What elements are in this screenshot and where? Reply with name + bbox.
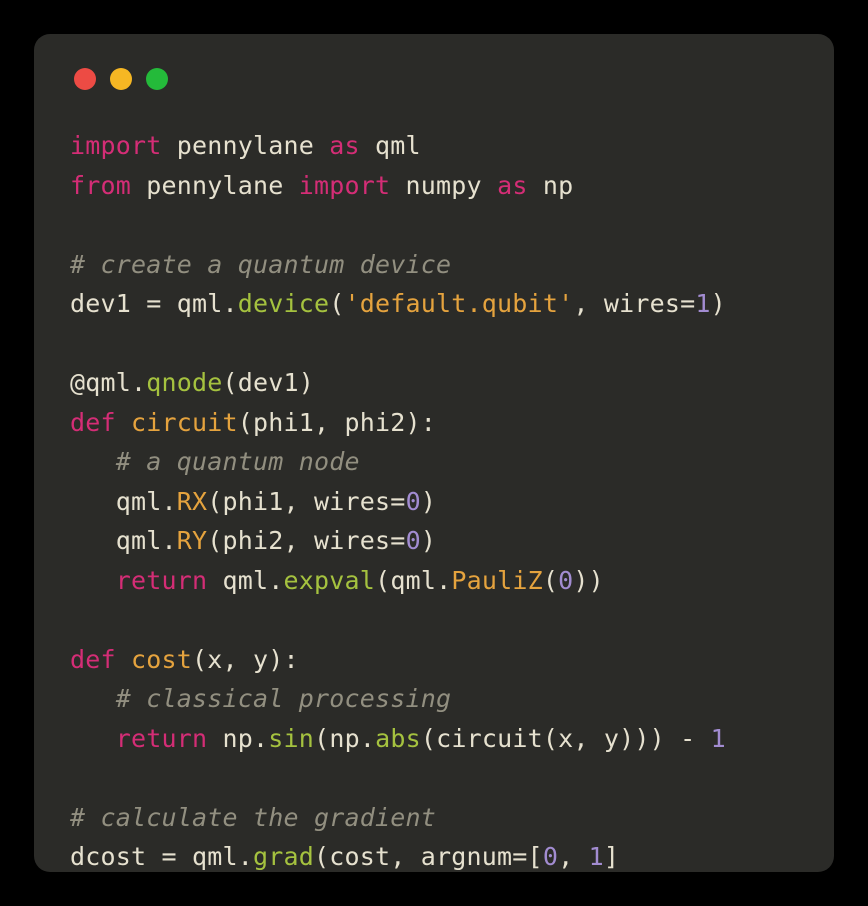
close-icon[interactable] xyxy=(74,68,96,90)
code-line: @qml.qnode(dev1) xyxy=(70,363,798,403)
code-token: qml. xyxy=(70,526,177,555)
code-token: import xyxy=(70,131,177,160)
code-token: (phi1, phi2): xyxy=(238,408,436,437)
code-token: ) xyxy=(711,289,726,318)
code-token xyxy=(70,566,116,595)
code-token: expval xyxy=(284,566,376,595)
code-token xyxy=(70,684,116,713)
code-line: import pennylane as qml xyxy=(70,126,798,166)
code-token: ( xyxy=(543,566,558,595)
code-line xyxy=(70,600,798,640)
code-token: (circuit(x, y))) - xyxy=(421,724,711,753)
code-token: ( xyxy=(329,289,344,318)
code-token: dev1 = qml. xyxy=(70,289,238,318)
code-line: # create a quantum device xyxy=(70,245,798,285)
code-token: device xyxy=(238,289,330,318)
code-token: # classical processing xyxy=(116,684,452,713)
code-line: # classical processing xyxy=(70,679,798,719)
code-token: , wires= xyxy=(573,289,695,318)
code-token: (x, y): xyxy=(192,645,299,674)
code-token: ) xyxy=(421,487,436,516)
code-line: qml.RX(phi1, wires=0) xyxy=(70,482,798,522)
code-token: def xyxy=(70,408,131,437)
code-token: np. xyxy=(223,724,269,753)
code-token: @qml. xyxy=(70,368,146,397)
code-token: RY xyxy=(177,526,208,555)
code-token: )) xyxy=(573,566,604,595)
code-line: dev1 = qml.device('default.qubit', wires… xyxy=(70,284,798,324)
code-token xyxy=(70,724,116,753)
code-token: numpy xyxy=(406,171,498,200)
traffic-lights xyxy=(74,68,798,90)
code-token: qml xyxy=(375,131,421,160)
code-token: from xyxy=(70,171,146,200)
code-token: (phi1, wires= xyxy=(207,487,405,516)
code-token: dcost = qml. xyxy=(70,842,253,871)
code-token: 'default.qubit' xyxy=(345,289,574,318)
code-token: cost xyxy=(131,645,192,674)
minimize-icon[interactable] xyxy=(110,68,132,90)
code-token: RX xyxy=(177,487,208,516)
code-window: import pennylane as qmlfrom pennylane im… xyxy=(34,34,834,872)
code-line xyxy=(70,758,798,798)
code-token: import xyxy=(299,171,406,200)
code-line: from pennylane import numpy as np xyxy=(70,166,798,206)
code-token: return xyxy=(116,566,223,595)
code-token: 1 xyxy=(695,289,710,318)
code-line: dcost = qml.grad(cost, argnum=[0, 1] xyxy=(70,837,798,877)
code-token xyxy=(70,447,116,476)
code-token: 1 xyxy=(711,724,726,753)
code-token: (np. xyxy=(314,724,375,753)
code-token: sin xyxy=(268,724,314,753)
code-token: as xyxy=(329,131,375,160)
code-line: def cost(x, y): xyxy=(70,640,798,680)
code-token: # calculate the gradient xyxy=(70,803,436,832)
code-token: PauliZ xyxy=(451,566,543,595)
code-token: qml. xyxy=(223,566,284,595)
code-line: return np.sin(np.abs(circuit(x, y))) - 1 xyxy=(70,719,798,759)
code-block: import pennylane as qmlfrom pennylane im… xyxy=(70,126,798,877)
code-token: , xyxy=(558,842,589,871)
code-token: # a quantum node xyxy=(116,447,360,476)
code-token: ) xyxy=(421,526,436,555)
code-token: 0 xyxy=(406,487,421,516)
code-token: 0 xyxy=(406,526,421,555)
code-token: (phi2, wires= xyxy=(207,526,405,555)
code-token: (qml. xyxy=(375,566,451,595)
code-line xyxy=(70,205,798,245)
code-token: grad xyxy=(253,842,314,871)
code-token: 1 xyxy=(589,842,604,871)
code-token: def xyxy=(70,645,131,674)
code-token: ] xyxy=(604,842,619,871)
code-line: # a quantum node xyxy=(70,442,798,482)
code-line: return qml.expval(qml.PauliZ(0)) xyxy=(70,561,798,601)
zoom-icon[interactable] xyxy=(146,68,168,90)
code-line: def circuit(phi1, phi2): xyxy=(70,403,798,443)
code-token: return xyxy=(116,724,223,753)
code-token: (dev1) xyxy=(223,368,315,397)
code-token: (cost, argnum=[ xyxy=(314,842,543,871)
code-line: qml.RY(phi2, wires=0) xyxy=(70,521,798,561)
code-token: as xyxy=(497,171,543,200)
code-token: np xyxy=(543,171,574,200)
code-token: # create a quantum device xyxy=(70,250,451,279)
code-token: abs xyxy=(375,724,421,753)
code-token: pennylane xyxy=(177,131,330,160)
code-token: 0 xyxy=(543,842,558,871)
code-token: qml. xyxy=(70,487,177,516)
code-line xyxy=(70,324,798,364)
code-token: pennylane xyxy=(146,171,299,200)
code-token: 0 xyxy=(558,566,573,595)
code-token: circuit xyxy=(131,408,238,437)
code-token: qnode xyxy=(146,368,222,397)
code-line: # calculate the gradient xyxy=(70,798,798,838)
